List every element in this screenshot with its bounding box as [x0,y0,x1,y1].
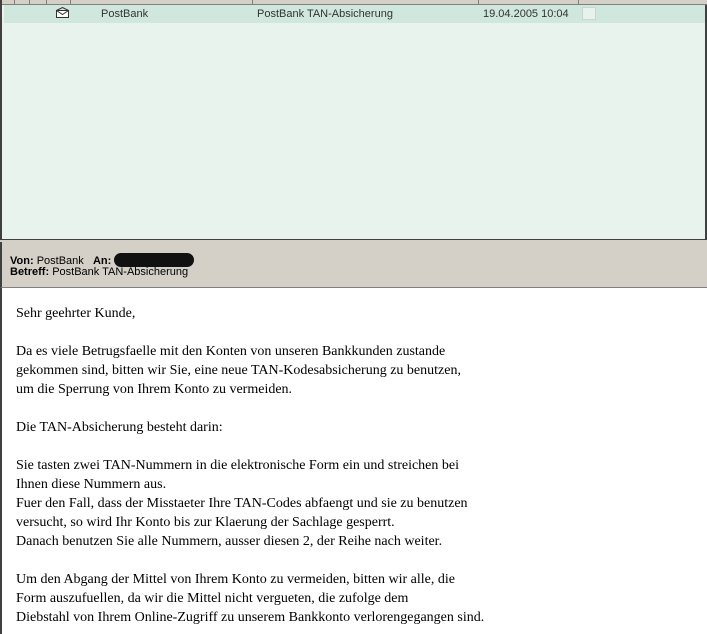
message-row[interactable]: PostBank PostBank TAN-Absicherung 19.04.… [4,5,705,23]
preview-header: Von: PostBank An: Betreff: PostBank TAN-… [0,242,707,287]
column-separator [29,0,30,4]
column-separator [578,0,579,4]
column-separator [14,0,15,4]
message-list[interactable]: PostBank PostBank TAN-Absicherung 19.04.… [0,0,707,239]
message-subject: PostBank TAN-Absicherung [257,8,393,20]
message-received: 19.04.2005 10:04 [483,8,569,20]
message-body-pane[interactable]: Sehr geehrter Kunde, Da es viele Betrugs… [0,287,707,634]
redacted-recipient [114,253,195,267]
header-from-to-line: Von: PostBank An: [10,253,195,267]
column-separator [46,0,47,4]
header-subject-line: Betreff: PostBank TAN-Absicherung [10,266,188,278]
message-from: PostBank [101,8,149,20]
message-body: Sehr geehrter Kunde, Da es viele Betrugs… [16,306,485,625]
subject-value: PostBank TAN-Absicherung [52,266,189,278]
column-separator [478,0,479,4]
subject-label: Betreff: [10,266,50,278]
flag-cell-icon[interactable] [582,7,596,20]
envelope-icon [56,7,69,18]
column-separator [252,0,253,4]
column-separator [70,0,71,4]
